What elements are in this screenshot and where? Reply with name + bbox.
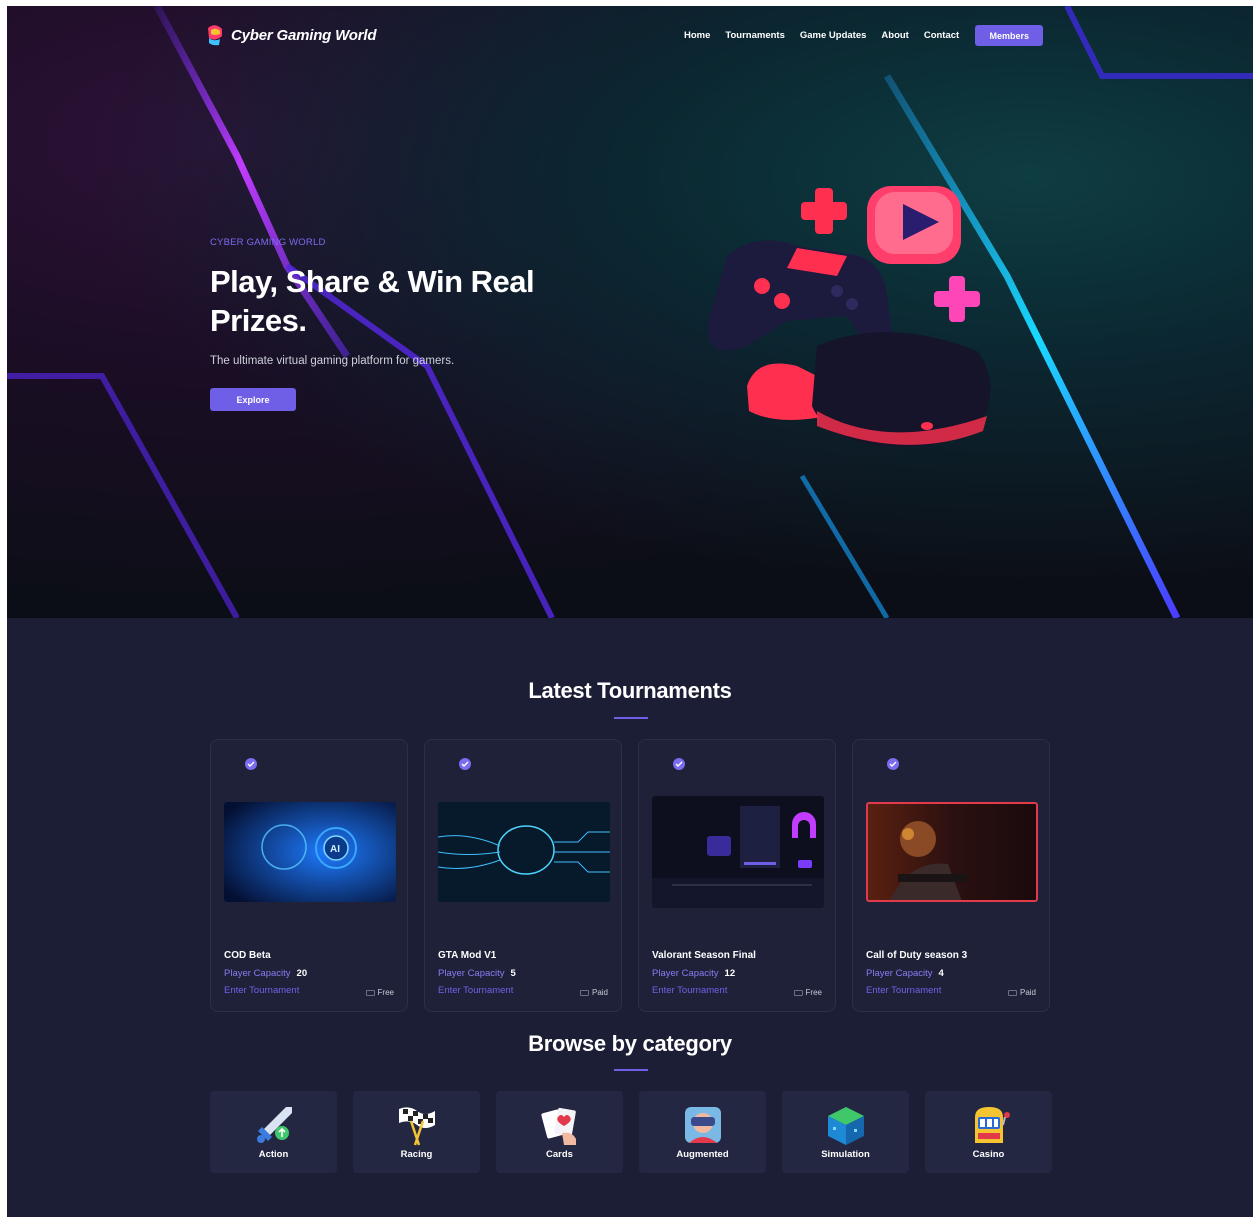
category-action[interactable]: Action	[210, 1091, 337, 1173]
hero-headline: Play, Share & Win Real Prizes.	[210, 264, 535, 338]
hero-neon-stripes	[7, 6, 1253, 618]
tournament-name: Call of Duty season 3	[866, 950, 968, 961]
svg-text:AI: AI	[330, 844, 340, 855]
tournament-thumbnail-website	[652, 796, 824, 908]
playing-cards-icon	[541, 1107, 576, 1145]
fee-badge: Free	[793, 988, 822, 997]
gaming-gear-illustration	[707, 186, 991, 447]
play-button-icon	[867, 186, 961, 264]
category-racing[interactable]: Racing	[353, 1091, 480, 1173]
tournament-cards: AI COD Beta Player Capacity 20 Enter Tour…	[210, 739, 1050, 1012]
nav-about[interactable]: About	[881, 27, 908, 45]
verified-check-icon	[459, 758, 471, 770]
cube-icon	[828, 1107, 864, 1145]
tournament-card[interactable]: AI COD Beta Player Capacity 20 Enter Tour…	[210, 739, 408, 1012]
ticket-icon	[365, 989, 375, 996]
page: Cyber Gaming World Home Tournaments Game…	[7, 6, 1253, 1217]
player-capacity: Player Capacity 12	[652, 968, 736, 979]
player-capacity: Player Capacity 4	[866, 968, 944, 979]
nav-home[interactable]: Home	[684, 27, 710, 45]
tournament-name: Valorant Season Final	[652, 950, 756, 961]
categories-underline	[614, 1069, 648, 1071]
slot-machine-icon	[975, 1107, 1010, 1143]
vr-headset-icon	[747, 332, 991, 447]
tournaments-underline	[614, 717, 648, 719]
red-plus-icon	[801, 188, 847, 234]
enter-tournament-link[interactable]: Enter Tournament	[866, 985, 941, 996]
tournament-card[interactable]: GTA Mod V1 Player Capacity 5 Enter Tourna…	[424, 739, 622, 1012]
fee-badge: Free	[365, 988, 394, 997]
player-capacity: Player Capacity 5	[438, 968, 516, 979]
pink-plus-icon	[934, 276, 980, 322]
brand-logo[interactable]: Cyber Gaming World	[205, 24, 377, 46]
tournament-name: COD Beta	[224, 950, 271, 961]
tournament-card[interactable]: Call of Duty season 3 Player Capacity 4 E…	[852, 739, 1050, 1012]
sword-icon	[257, 1107, 292, 1143]
verified-check-icon	[245, 758, 257, 770]
enter-tournament-link[interactable]: Enter Tournament	[652, 985, 727, 996]
checkered-flag-icon	[399, 1107, 435, 1146]
nav-game-updates[interactable]: Game Updates	[800, 27, 867, 45]
tournament-thumbnail-ai: AI	[224, 802, 396, 902]
enter-tournament-link[interactable]: Enter Tournament	[438, 985, 513, 996]
explore-button[interactable]: Explore	[210, 388, 296, 411]
tournament-thumbnail-brain	[438, 802, 610, 902]
brand-name: Cyber Gaming World	[231, 26, 377, 44]
category-augmented[interactable]: Augmented	[639, 1091, 766, 1173]
fee-badge: Paid	[579, 988, 608, 997]
category-simulation[interactable]: Simulation	[782, 1091, 909, 1173]
hero-section: Cyber Gaming World Home Tournaments Game…	[7, 6, 1253, 618]
hero-eyebrow: CYBER GAMING WORLD	[210, 237, 326, 248]
nav-tournaments[interactable]: Tournaments	[725, 27, 784, 45]
hero-subtitle: The ultimate virtual gaming platform for…	[210, 355, 455, 367]
ticket-icon	[579, 989, 589, 996]
ticket-icon	[793, 989, 803, 996]
verified-check-icon	[673, 758, 685, 770]
ticket-icon	[1007, 989, 1017, 996]
enter-tournament-link[interactable]: Enter Tournament	[224, 985, 299, 996]
tournament-thumbnail-duelists	[866, 802, 1038, 902]
fee-badge: Paid	[1007, 988, 1036, 997]
members-button[interactable]: Members	[975, 25, 1044, 46]
helmet-logo-icon	[208, 25, 222, 46]
category-casino[interactable]: Casino	[925, 1091, 1052, 1173]
verified-check-icon	[887, 758, 899, 770]
player-capacity: Player Capacity 20	[224, 968, 308, 979]
nav-contact[interactable]: Contact	[924, 27, 959, 45]
tournament-name: GTA Mod V1	[438, 950, 497, 961]
tournaments-title: Latest Tournaments	[528, 678, 732, 703]
category-grid: Action Racing Cards Augmented Simulation…	[210, 1091, 1052, 1173]
categories-title: Browse by category	[528, 1031, 732, 1056]
category-cards[interactable]: Cards	[496, 1091, 623, 1173]
top-nav: Home Tournaments Game Updates About Cont…	[684, 25, 1044, 46]
tournament-card[interactable]: Valorant Season Final Player Capacity 12 …	[638, 739, 836, 1012]
vr-user-icon	[685, 1107, 721, 1143]
